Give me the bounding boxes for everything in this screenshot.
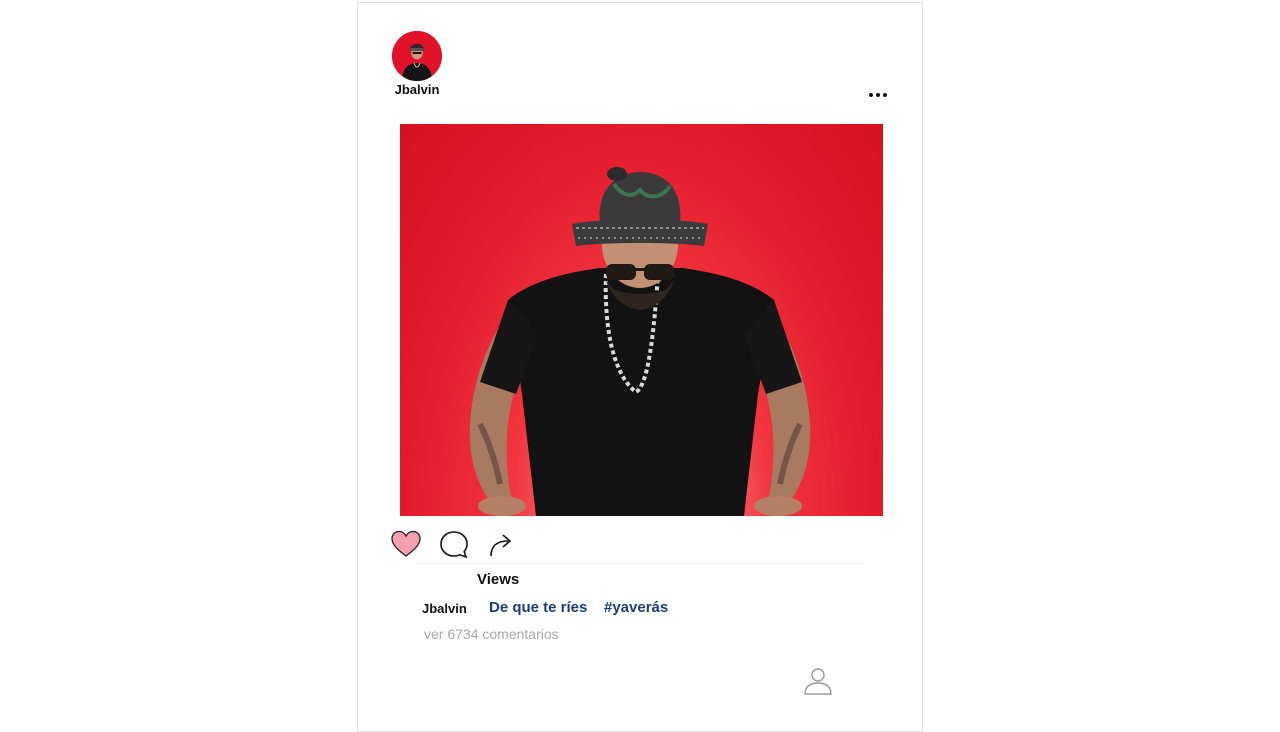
more-options-button[interactable] [866,87,890,103]
share-arrow-icon [490,534,512,557]
caption-hashtag[interactable]: #yaverás [604,599,668,616]
user-outline-icon [804,668,832,695]
post-card: Jbalvin Views Jbalvin De que te ríes #ya… [357,2,923,732]
like-button[interactable] [390,529,422,561]
post-actions [390,529,530,559]
actions-divider [416,563,864,564]
ellipsis-icon [869,93,887,97]
comment-button[interactable] [438,529,470,561]
post-username[interactable]: Jbalvin [384,82,450,97]
post-photo[interactable] [400,124,883,516]
caption-text: De que te ríes [489,599,588,616]
photo-subject [469,167,811,516]
comment-bubble-icon [440,531,468,559]
views-label: Views [477,571,520,588]
caption-username[interactable]: Jbalvin [422,601,467,616]
view-comments-link[interactable]: ver 6734 comentarios [424,626,559,642]
avatar-image [392,31,442,81]
profile-button[interactable] [802,665,834,697]
share-button[interactable] [486,529,518,561]
heart-icon [391,530,421,557]
profile-avatar[interactable] [392,31,442,81]
